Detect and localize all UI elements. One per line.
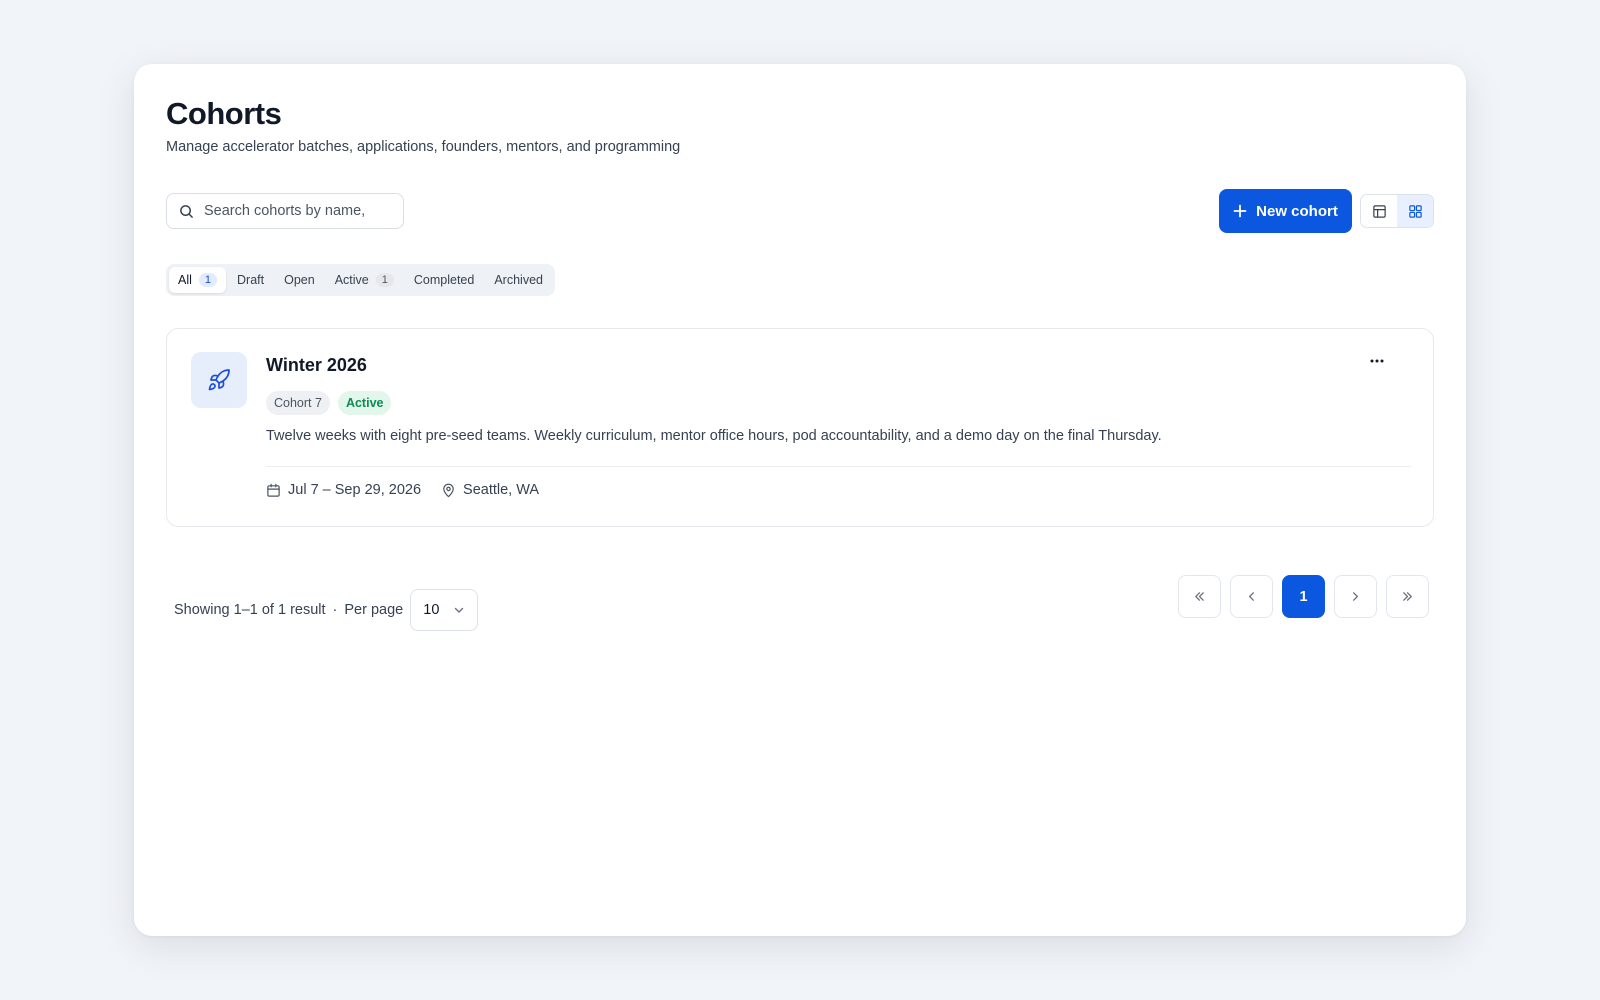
search-icon <box>180 204 193 218</box>
status-tabs: All 1 Draft Open Active 1 Completed Arch… <box>166 264 555 296</box>
table-icon <box>1372 204 1386 218</box>
map-pin-icon <box>443 483 454 497</box>
pagination: 1 <box>1178 575 1429 618</box>
per-page-select[interactable]: 10 <box>410 589 479 631</box>
card-divider <box>266 466 1411 467</box>
table-view-button[interactable] <box>1361 195 1397 227</box>
results-summary: Showing 1–1 of 1 result <box>174 602 326 618</box>
more-horizontal-icon <box>1370 359 1384 363</box>
last-page-button[interactable] <box>1386 575 1429 618</box>
pagination-info: Showing 1–1 of 1 result · Per page 10 <box>174 589 479 631</box>
new-cohort-label: New cohort <box>1256 202 1338 220</box>
search-input[interactable] <box>204 203 394 219</box>
chevron-left-icon <box>1248 592 1255 601</box>
cohort-description: Twelve weeks with eight pre-seed teams. … <box>266 428 1162 444</box>
plus-icon <box>1233 204 1247 218</box>
tab-completed[interactable]: Completed <box>405 267 483 293</box>
per-page-value: 10 <box>423 602 440 618</box>
grid-icon <box>1408 204 1422 218</box>
view-toggle <box>1360 194 1434 228</box>
cohort-location-text: Seattle, WA <box>463 482 540 498</box>
new-cohort-button[interactable]: New cohort <box>1219 189 1352 233</box>
grid-view-button[interactable] <box>1397 195 1433 227</box>
page-title: Cohorts <box>166 96 282 131</box>
rocket-icon <box>208 369 230 391</box>
cohort-meta: Jul 7 – Sep 29, 2026 Seattle, WA <box>266 482 539 498</box>
next-page-button[interactable] <box>1334 575 1377 618</box>
cohorts-panel: Cohorts Manage accelerator batches, appl… <box>134 64 1466 936</box>
cohort-avatar <box>191 352 247 408</box>
tab-count: 1 <box>375 273 394 287</box>
tab-draft[interactable]: Draft <box>228 267 273 293</box>
tab-open[interactable]: Open <box>275 267 324 293</box>
tab-label: Active <box>334 273 369 287</box>
tab-label: All <box>178 273 192 287</box>
chevrons-left-icon <box>1195 592 1204 601</box>
cohort-number-badge: Cohort 7 <box>266 391 330 415</box>
previous-page-button[interactable] <box>1230 575 1273 618</box>
calendar-icon <box>267 483 280 497</box>
chevrons-right-icon <box>1403 592 1412 601</box>
cohort-dates: Jul 7 – Sep 29, 2026 <box>266 482 421 498</box>
chevron-down-icon <box>455 607 464 613</box>
cohort-card[interactable]: Winter 2026 Cohort 7 Active Twelve weeks… <box>166 328 1434 527</box>
first-page-button[interactable] <box>1178 575 1221 618</box>
page-subtitle: Manage accelerator batches, applications… <box>166 139 681 155</box>
tab-label: Open <box>284 273 315 287</box>
cohort-location: Seattle, WA <box>441 482 539 498</box>
chevron-right-icon <box>1352 592 1359 601</box>
tab-count: 1 <box>198 273 218 287</box>
tab-label: Archived <box>494 273 543 287</box>
page-1-button[interactable]: 1 <box>1282 575 1325 618</box>
cohort-name[interactable]: Winter 2026 <box>266 355 367 376</box>
more-actions-button[interactable] <box>1363 347 1391 375</box>
cohort-badges: Cohort 7 Active <box>266 391 392 415</box>
tab-label: Completed <box>413 273 475 287</box>
tab-all[interactable]: All 1 <box>169 267 227 293</box>
cohort-dates-text: Jul 7 – Sep 29, 2026 <box>288 482 422 498</box>
per-page-label: Per page <box>344 602 404 618</box>
separator-dot: · <box>332 602 338 618</box>
search-box[interactable] <box>166 193 404 229</box>
tab-label: Draft <box>237 273 265 287</box>
status-badge: Active <box>337 391 392 415</box>
tab-active[interactable]: Active 1 <box>326 267 403 293</box>
tab-archived[interactable]: Archived <box>485 267 552 293</box>
